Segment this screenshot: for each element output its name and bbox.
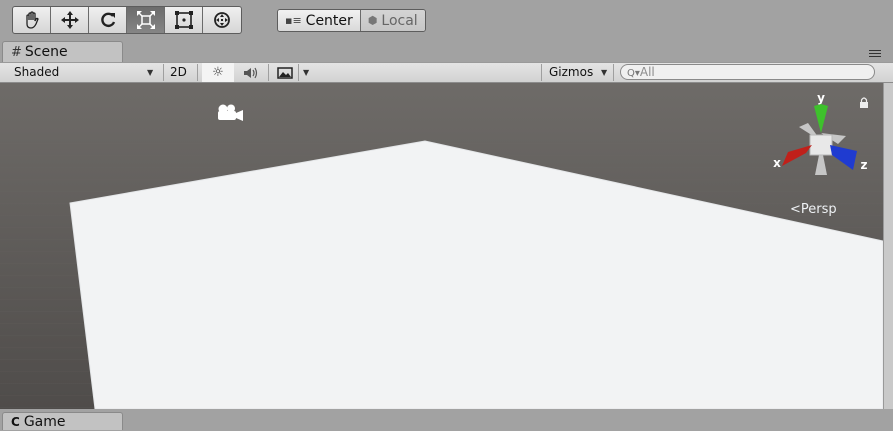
scene-search-input[interactable]: Q▾All (620, 64, 875, 80)
panel-menu-icon[interactable] (869, 50, 881, 58)
dropdown-arrow-icon: ▼ (601, 68, 608, 77)
gizmos-label: Gizmos (549, 65, 594, 79)
hand-icon (25, 11, 39, 29)
image-effects-icon (277, 66, 293, 79)
tab-scene-label: Scene (24, 44, 68, 60)
viewport-scrollbar[interactable] (883, 83, 893, 409)
game-controller-icon: C (11, 415, 20, 429)
pivot-center-icon: ▪≡ (285, 14, 302, 27)
dropdown-arrow-icon: ▼ (147, 68, 154, 77)
gizmos-dropdown[interactable]: Gizmos ▼ (549, 63, 611, 82)
local-space-icon: ⬢ (367, 14, 378, 27)
divider (541, 64, 542, 81)
2d-label: 2D (170, 65, 187, 79)
projection-label-text: Persp (801, 202, 837, 217)
rect-transform-icon (174, 11, 193, 29)
projection-mode-label[interactable]: <Persp (790, 202, 837, 217)
lighting-toggle-button[interactable]: ☼ (202, 63, 234, 82)
dropdown-arrow-icon: ▼ (303, 68, 310, 77)
shading-mode-label: Shaded (14, 65, 60, 79)
transform-icon (214, 12, 230, 28)
persp-arrow-icon: < (790, 202, 801, 217)
audio-toggle-button[interactable] (236, 63, 266, 82)
space-local-label: Local (381, 12, 418, 29)
divider (197, 64, 198, 81)
tab-game[interactable]: C Game (2, 412, 123, 430)
main-toolbar: ▪≡ Center ⬢ Local (0, 0, 893, 40)
shading-mode-dropdown[interactable]: Shaded ▼ (14, 63, 157, 82)
scene-viewport[interactable]: y x z <Persp (0, 83, 883, 409)
gizmo-y-label: y (817, 91, 825, 105)
divider (298, 64, 299, 81)
tab-scene[interactable]: # Scene (2, 41, 123, 62)
rotate-tool-button[interactable] (89, 7, 127, 33)
search-icon: Q▾ (627, 68, 640, 79)
scene-grid-icon: # (11, 45, 22, 60)
rect-tool-button[interactable] (165, 7, 203, 33)
transform-tools-group (12, 6, 242, 34)
scene-tab-row: # Scene (0, 40, 893, 62)
hand-tool-button[interactable] (13, 7, 51, 33)
gizmo-z-label: z (861, 158, 868, 172)
move-tool-button[interactable] (51, 7, 89, 33)
move-arrows-icon (60, 11, 79, 29)
divider (268, 64, 269, 81)
sun-icon: ☼ (212, 65, 224, 80)
speaker-icon (244, 67, 258, 78)
pivot-center-button[interactable]: ▪≡ Center (278, 10, 360, 31)
effects-dropdown[interactable]: ▼ (275, 63, 313, 82)
gizmo-center-cube[interactable] (809, 134, 833, 156)
space-local-button[interactable]: ⬢ Local (359, 10, 425, 31)
scale-tool-button[interactable] (127, 7, 165, 33)
search-placeholder: All (639, 65, 655, 79)
2d-toggle-button[interactable]: 2D (170, 63, 192, 82)
gizmo-x-label: x (773, 156, 781, 170)
transform-tool-button[interactable] (203, 7, 241, 33)
rotate-icon (100, 12, 115, 28)
divider (163, 64, 164, 81)
scale-icon (136, 11, 155, 29)
scene-view-canvas: y x z <Persp (0, 83, 883, 409)
scene-control-bar: Shaded ▼ 2D ☼ ▼ Gizmos ▼ Q▾All (0, 62, 893, 83)
divider (613, 64, 614, 81)
pivot-center-label: Center (305, 12, 353, 29)
game-tab-row: C Game (0, 409, 893, 430)
pivot-toggle-group: ▪≡ Center ⬢ Local (277, 9, 426, 32)
